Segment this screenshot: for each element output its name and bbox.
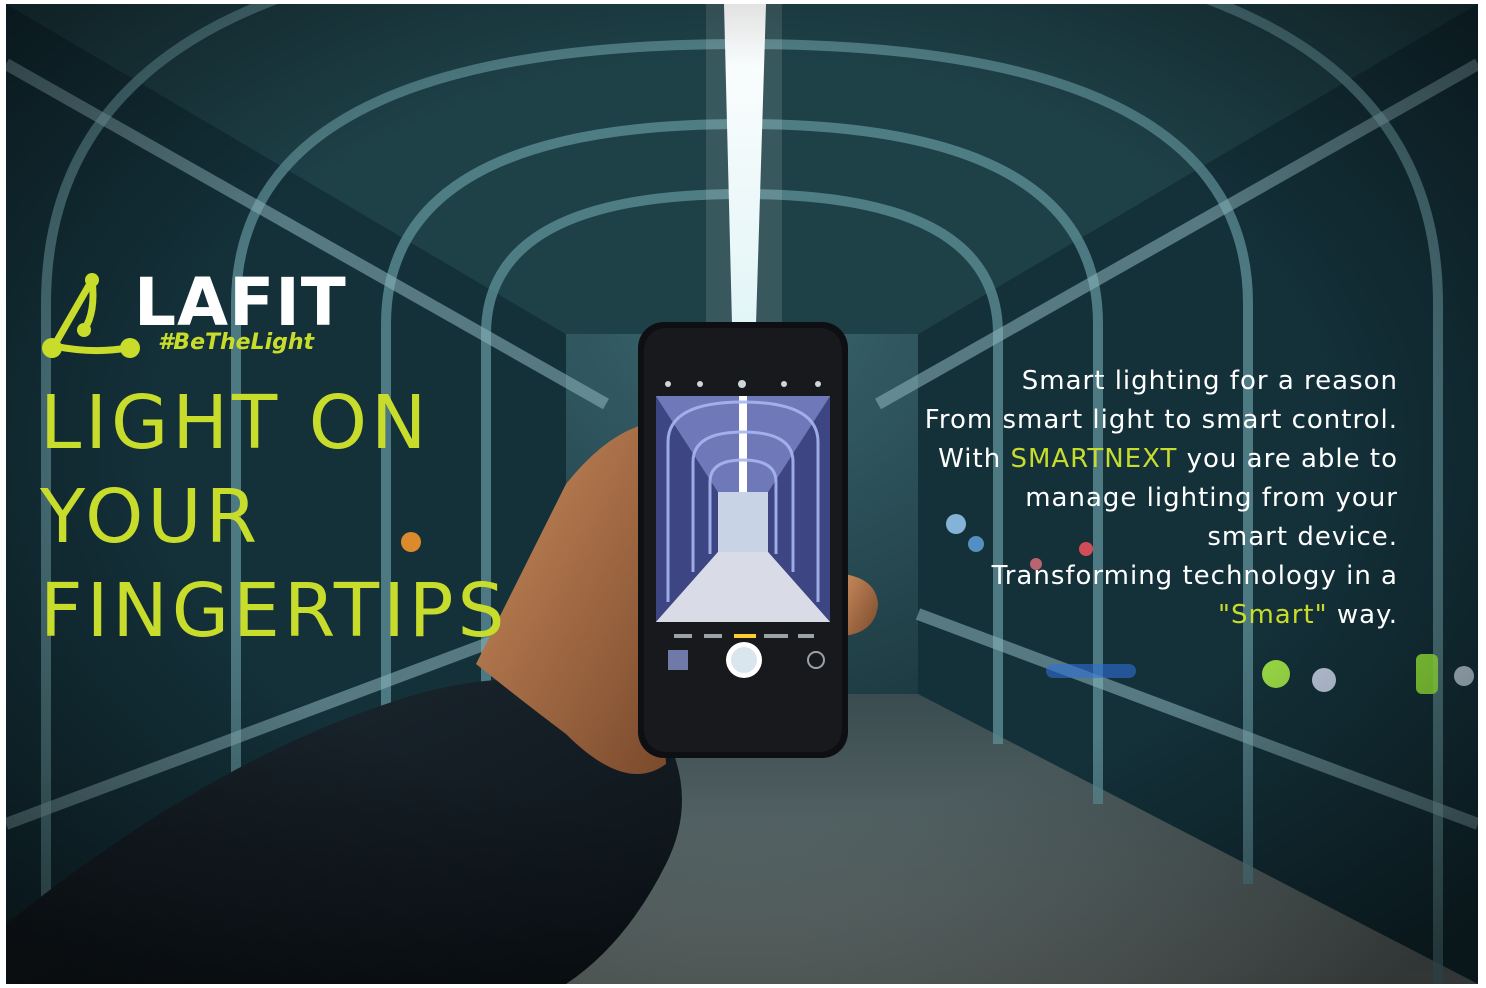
brand-wordmark: LAFIT xyxy=(134,264,347,341)
headline-line: LIGHT ON xyxy=(40,380,431,466)
headline-line: YOUR xyxy=(40,474,261,560)
headline: LIGHT ON YOUR FINGERTIPS xyxy=(40,376,509,658)
copy-text: way. xyxy=(1327,600,1398,630)
brand-tagline: #BeTheLight xyxy=(158,330,315,355)
copy-line: "Smart" way. xyxy=(838,596,1398,635)
copy-line: From smart light to smart control. xyxy=(924,405,1398,435)
copy-line: With SMARTNEXT you are able to xyxy=(838,440,1398,479)
smart-highlight: "Smart" xyxy=(1218,600,1328,630)
copy-line: smart device. xyxy=(1207,522,1398,552)
smartphone-illustration xyxy=(638,322,848,758)
copy-line: Smart lighting for a reason xyxy=(1021,366,1398,396)
copy-line: Transforming technology in a xyxy=(991,561,1398,591)
copy-text: you are able to xyxy=(1177,444,1398,474)
headline-line: FINGERTIPS xyxy=(40,568,509,654)
lafit-logo-icon xyxy=(42,273,140,358)
copy-line: manage lighting from your xyxy=(1025,483,1398,513)
advert-banner: LAFIT #BeTheLight LIGHT ON YOUR FINGERTI… xyxy=(6,4,1478,984)
product-name: SMARTNEXT xyxy=(1010,444,1178,474)
copy-text: With xyxy=(938,444,1011,474)
promo-copy: Smart lighting for a reason From smart l… xyxy=(838,362,1398,635)
